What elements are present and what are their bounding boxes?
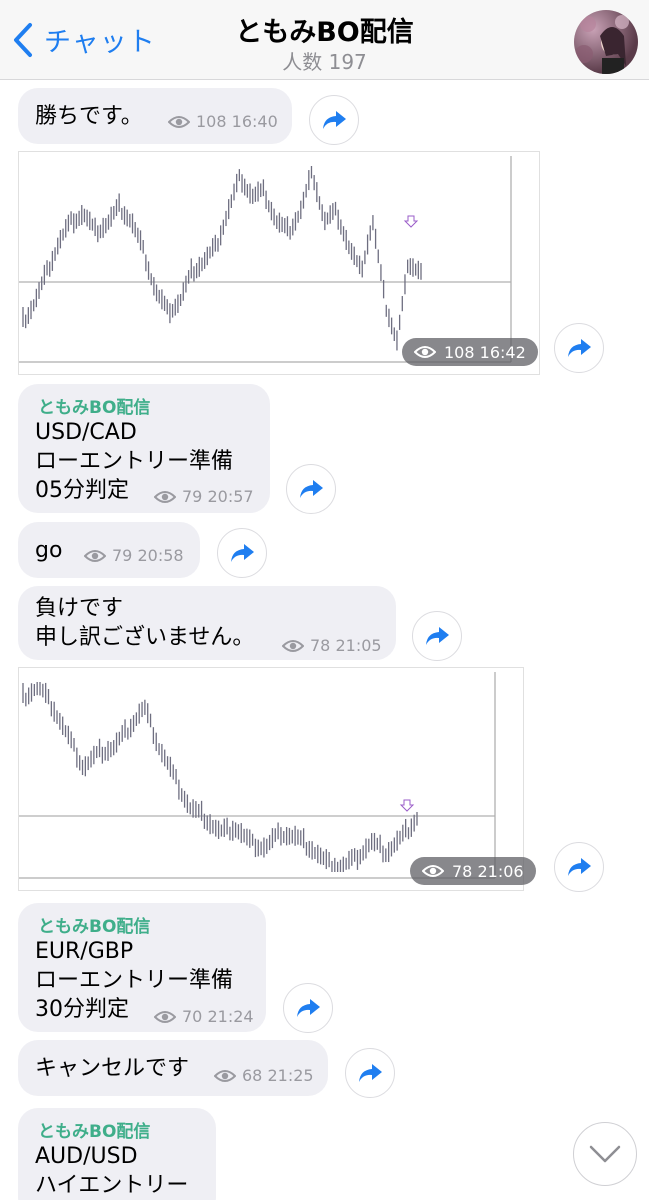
share-button[interactable] [554, 323, 604, 373]
sender-name: ともみBO配信 [38, 917, 151, 937]
entry-marker [399, 799, 415, 812]
message-bubble: go 79 20:58 [18, 522, 200, 578]
share-button[interactable] [217, 528, 267, 578]
message-time: 20:57 [207, 487, 254, 506]
message-bubble: キャンセルです 68 21:25 [18, 1040, 328, 1096]
message-bubble: ともみBO配信 EUR/GBP ローエントリー準備 30分判定 70 21:24 [18, 903, 266, 1032]
message-bubble: 負けです 申し訳ございません。 78 21:05 [18, 586, 396, 660]
message-bubble: ともみBO配信 AUD/USD ハイエントリー [18, 1108, 216, 1200]
share-arrow-icon [359, 1064, 382, 1082]
message-time: 21:05 [335, 636, 382, 655]
view-count: 79 [182, 487, 203, 506]
share-arrow-icon [297, 999, 320, 1017]
share-arrow-icon [323, 111, 346, 129]
share-button[interactable] [309, 95, 359, 145]
message-time: 20:58 [137, 546, 184, 565]
message-bubble: 勝ちです。 108 16:40 [18, 88, 292, 144]
message-time: 16:42 [479, 342, 526, 362]
share-button[interactable] [554, 842, 604, 892]
share-arrow-icon [231, 544, 254, 562]
sender-name: ともみBO配信 [38, 1122, 151, 1142]
chat-header: チャット ともみBO配信 人数 197 [0, 0, 649, 80]
message-meta: 68 21:25 [214, 1066, 314, 1085]
message-time: 21:25 [267, 1066, 314, 1085]
eye-icon [422, 865, 444, 877]
view-count: 78 [452, 861, 473, 881]
eye-icon [214, 1069, 236, 1082]
message-text: 勝ちです。 [35, 104, 143, 129]
share-arrow-icon [568, 858, 591, 876]
message-meta: 79 20:58 [84, 546, 184, 565]
message-meta: 108 16:40 [168, 112, 278, 131]
eye-icon [414, 346, 436, 358]
view-count: 79 [112, 546, 133, 565]
message-text: キャンセルです [35, 1056, 190, 1081]
message-time: 21:24 [207, 1007, 254, 1026]
message-meta: 70 21:24 [154, 1007, 254, 1026]
message-text: 負けです 申し訳ございません。 [35, 596, 255, 650]
share-arrow-icon [426, 627, 449, 645]
view-count: 70 [182, 1007, 203, 1026]
scroll-to-bottom-button[interactable] [573, 1122, 637, 1186]
avatar[interactable] [574, 10, 638, 74]
share-button[interactable] [286, 464, 336, 514]
message-meta: 78 21:05 [282, 636, 382, 655]
share-button[interactable] [412, 611, 462, 661]
eye-icon [154, 490, 176, 503]
share-button[interactable] [283, 983, 333, 1033]
entry-marker [403, 215, 419, 228]
eye-icon [282, 639, 304, 652]
share-arrow-icon [568, 339, 591, 357]
view-count: 108 [444, 342, 475, 362]
image-meta: 108 16:42 [402, 338, 538, 366]
eye-icon [84, 549, 106, 562]
view-count: 68 [242, 1066, 263, 1085]
share-arrow-icon [300, 480, 323, 498]
eye-icon [168, 115, 190, 128]
avatar-image [575, 15, 629, 74]
message-time: 16:40 [231, 112, 278, 131]
message-time: 21:06 [477, 861, 524, 881]
message-bubble: ともみBO配信 USD/CAD ローエントリー準備 05分判定 79 20:57 [18, 384, 270, 513]
message-text: AUD/USD ハイエントリー [35, 1144, 189, 1198]
chevron-down-icon [589, 1145, 621, 1163]
eye-icon [154, 1010, 176, 1023]
sender-name: ともみBO配信 [38, 398, 151, 418]
image-meta: 78 21:06 [410, 857, 536, 885]
share-button[interactable] [345, 1048, 395, 1098]
message-meta: 79 20:57 [154, 487, 254, 506]
member-count: 人数 197 [282, 50, 367, 74]
message-text: go [35, 538, 63, 563]
channel-title: ともみBO配信 [235, 17, 414, 48]
view-count: 108 [196, 112, 227, 131]
view-count: 78 [310, 636, 331, 655]
